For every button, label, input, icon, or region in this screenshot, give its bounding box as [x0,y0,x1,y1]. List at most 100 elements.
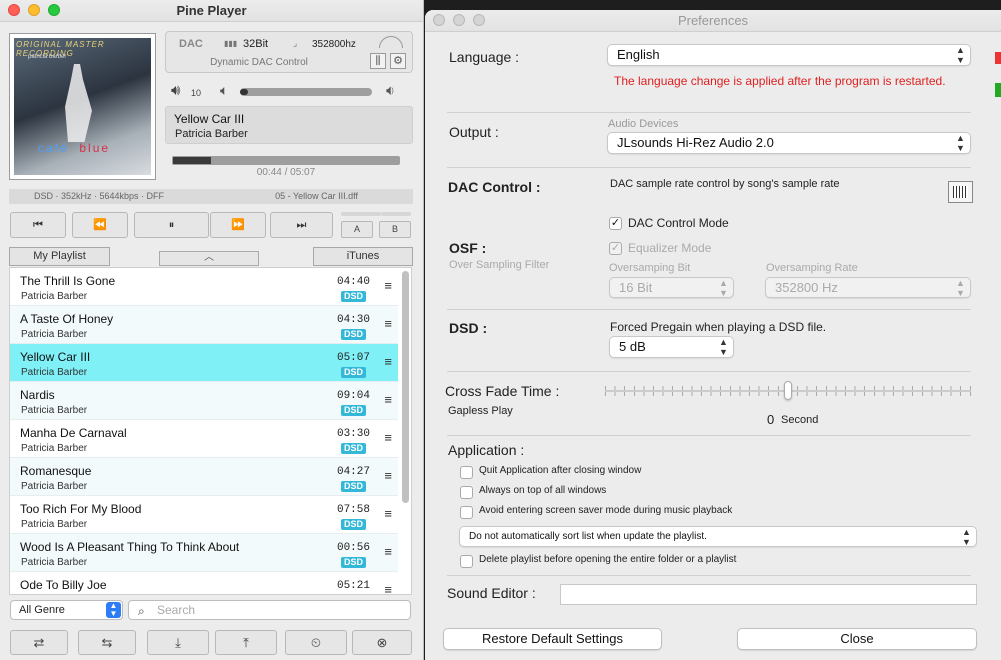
row-menu-icon[interactable]: ≡ [384,582,392,594]
progress-slider[interactable] [172,156,400,165]
album-art-word1: café [38,141,69,155]
repeat-button[interactable]: ⇄ [10,630,68,655]
row-menu-icon[interactable]: ≡ [384,544,392,559]
speaker-icon[interactable]: 🔊︎ [171,82,180,99]
oversampling-bit-label: Oversamping Bit [609,262,691,274]
track-title: Wood Is A Pleasant Thing To Think About [20,540,240,554]
close-button[interactable]: Close [737,628,977,650]
volume-up-icon[interactable]: 🔉︎ [386,82,395,99]
playlist-row[interactable]: The Thrill Is Gone Patricia Barber 04:40 DS… [10,268,398,306]
gapless-play-label: Gapless Play [448,405,513,417]
equalizer-mode-checkbox[interactable]: ✓ [609,242,622,255]
track-duration: 04:30 [336,314,370,326]
output-device-value: JLsounds Hi-Rez Audio 2.0 [617,135,774,150]
volume-down-icon[interactable]: 🔈︎ [220,82,228,99]
track-duration: 00:56 [336,542,370,554]
track-artist: Patricia Barber [21,557,88,568]
search-icon: ⌕ [138,604,145,618]
dac-panel: DAC ▮▮▮ 32Bit ⌟ 352800hz Dynamic DAC Con… [165,31,413,73]
track-artist: Patricia Barber [21,405,88,416]
sort-playlist-select[interactable]: Do not automatically sort list when upda… [459,526,977,547]
crossfade-unit: Second [781,414,819,426]
dac-control-desc: DAC sample rate control by song's sample… [610,178,840,190]
dsd-badge: DSD [340,329,366,340]
restore-defaults-button[interactable]: Restore Default Settings [443,628,662,650]
oversampling-rate-select[interactable]: 352800 Hz ▲ ▼ [765,277,971,298]
track-duration: 03:30 [336,428,370,440]
genre-select[interactable]: All Genre ▲ ▼ [10,600,123,620]
dsd-badge: DSD [340,481,366,492]
track-duration: 05:07 [336,352,370,364]
dac-control-mode-checkbox[interactable]: ✓ [609,217,622,230]
settings-gear-button[interactable]: ⚙ [390,53,406,69]
collapse-button[interactable]: ︿ [159,251,259,266]
search-input[interactable]: ⌕ Search [128,600,411,620]
playlist-row[interactable]: Romanesque Patricia Barber 04:27 DSD ≡ [10,458,398,496]
playlist-row[interactable]: Manha De Carnaval Patricia Barber 03:30 DSD… [10,420,398,458]
dsd-pregain-value: 5 dB [619,339,646,354]
background-window-edge [995,83,1001,97]
playlist-row[interactable]: Wood Is A Pleasant Thing To Think About P… [10,534,398,572]
next-button[interactable]: ⏭ [270,212,333,238]
sound-editor-input[interactable] [560,584,977,605]
playlist-row[interactable]: Nardis Patricia Barber 09:04 DSD ≡ [10,382,398,420]
row-menu-icon[interactable]: ≡ [384,316,392,331]
clear-button[interactable]: ⊗ [352,630,412,655]
oversampling-bit-select[interactable]: 16 Bit ▲ ▼ [609,277,734,298]
playlist-row[interactable]: Yellow Car III Patricia Barber 05:07 DSD ≡ [10,344,398,382]
track-title: Too Rich For My Blood [20,502,142,516]
tab-itunes[interactable]: iTunes [313,247,413,266]
playlist-row[interactable]: Ode To Billy JoePatricia Barber05:21DSD≡ [10,572,398,594]
dac-meter-icon[interactable] [948,181,973,203]
crossfade-value: 0 [767,412,775,427]
crossfade-knob[interactable] [784,381,792,400]
quit-after-close-checkbox[interactable] [460,466,473,479]
fast-forward-button[interactable]: ⏩ [210,212,266,238]
dsd-pregain-select[interactable]: 5 dB ▲ ▼ [609,336,734,358]
dsd-desc: Forced Pregain when playing a DSD file. [610,320,827,334]
language-note: The language change is applied after the… [614,74,946,88]
track-duration: 09:04 [336,390,370,402]
dac-bit: 32Bit [243,38,269,50]
track-filename: 05 - Yellow Car III.dff [275,191,358,201]
row-menu-icon[interactable]: ≡ [384,468,392,483]
dac-control-label: DAC Control : [448,179,541,195]
row-menu-icon[interactable]: ≡ [384,430,392,445]
dsd-badge: DSD [340,291,366,302]
repeat-b-button[interactable]: B [379,221,411,238]
repeat-a-button[interactable]: A [341,221,373,238]
import-button[interactable]: ⤓ [147,630,209,655]
crossfade-label: Cross Fade Time : [445,383,560,399]
output-label: Output : [449,124,499,140]
divider [447,575,971,576]
pause-button[interactable]: ⏸ [134,212,209,238]
rewind-button[interactable]: ⏪ [72,212,128,238]
album-art-wordmark: café blue [38,141,110,155]
volume-row: 🔊︎ 10 🔈︎ 🔉︎ [165,82,413,100]
delete-playlist-checkbox[interactable] [460,555,473,568]
track-duration: 04:27 [336,466,370,478]
playlist-row[interactable]: Too Rich For My Blood Patricia Barber 07:5… [10,496,398,534]
track-title: A Taste Of Honey [20,312,114,326]
row-menu-icon[interactable]: ≡ [384,392,392,407]
row-menu-icon[interactable]: ≡ [384,354,392,369]
tab-my-playlist[interactable]: My Playlist [9,247,110,266]
row-menu-icon[interactable]: ≡ [384,278,392,293]
export-button[interactable]: ⤒ [215,630,277,655]
playlist-row[interactable]: A Taste Of Honey Patricia Barber 04:30 DSD ≡ [10,306,398,344]
chevron-updown-icon: ▲ ▼ [956,278,965,298]
output-device-select[interactable]: JLsounds Hi-Rez Audio 2.0 ▲ ▼ [607,132,971,154]
language-select[interactable]: English ▲ ▼ [607,44,971,66]
always-on-top-checkbox[interactable] [460,486,473,499]
previous-button[interactable]: ⏮ [10,212,66,238]
repeat-all-button[interactable]: ⇆ [78,630,136,655]
playlist: Ode To Billy JoePatricia Barber05:21DSD≡… [9,267,412,595]
equalizer-button[interactable]: ⫼ [370,53,386,69]
timer-button[interactable]: ⏲ [285,630,347,655]
playlist-scrollbar[interactable] [402,271,409,503]
volume-slider[interactable] [240,88,372,96]
avoid-screensaver-checkbox[interactable] [460,506,473,519]
stepper-arrows-icon: ▲ ▼ [106,602,121,618]
row-menu-icon[interactable]: ≡ [384,506,392,521]
oversampling-rate-value: 352800 Hz [775,280,838,295]
